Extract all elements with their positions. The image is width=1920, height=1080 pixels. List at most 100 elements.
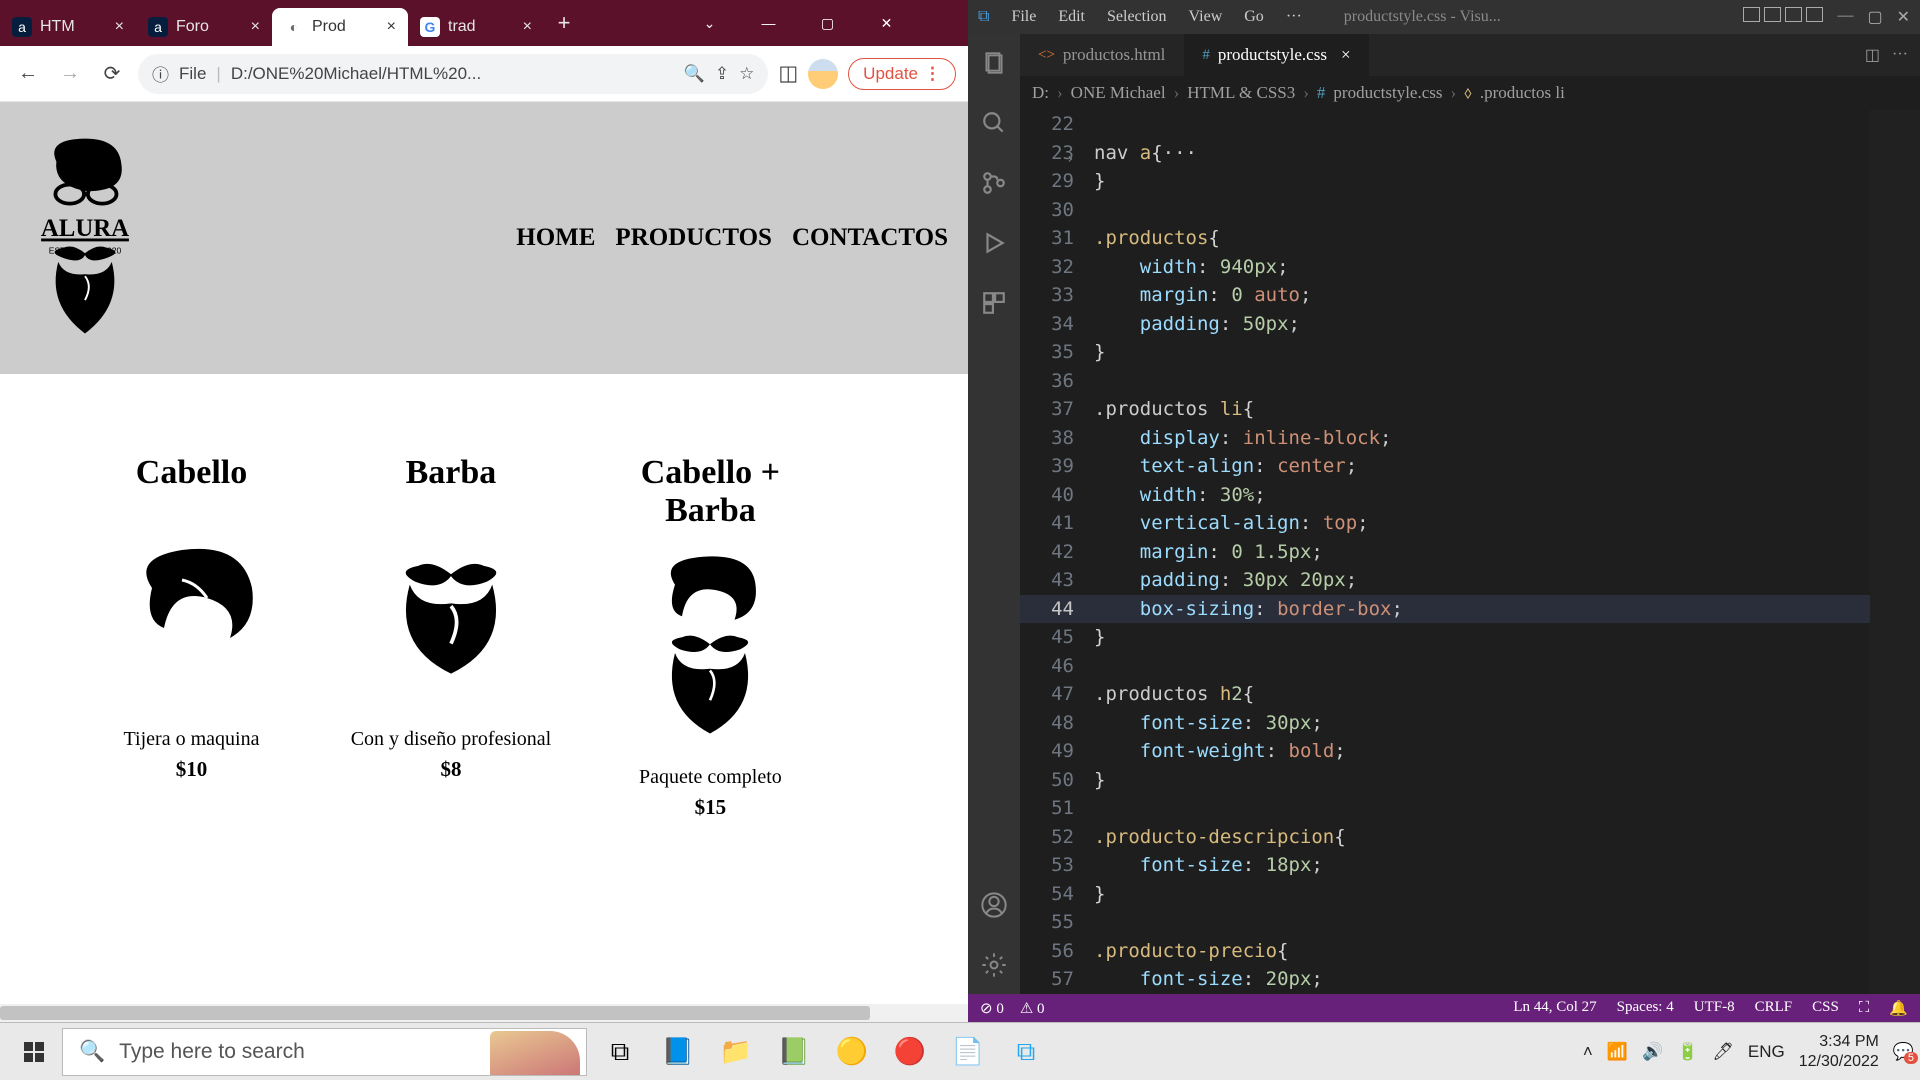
info-icon: ⓘ (152, 61, 169, 86)
search-placeholder: Type here to search (119, 1040, 305, 1064)
menu-edit[interactable]: Edit (1058, 8, 1085, 26)
extensions-icon[interactable] (979, 288, 1009, 318)
status-language[interactable]: CSS (1812, 999, 1839, 1018)
layout-controls[interactable] (1743, 7, 1823, 27)
url-text: D:/ONE%20Michael/HTML%20... (231, 64, 674, 84)
wifi-icon[interactable]: 📶 (1607, 1042, 1628, 1062)
status-eol[interactable]: CRLF (1755, 999, 1793, 1018)
browser-tab[interactable]: aForo× (136, 8, 272, 46)
chrome-icon[interactable]: 🟡 (825, 1027, 879, 1077)
menu-more[interactable]: ··· (1286, 8, 1302, 26)
nav-contactos[interactable]: CONTACTOS (792, 224, 948, 252)
notifications-icon[interactable]: 💬5 (1893, 1042, 1914, 1062)
battery-icon[interactable]: 🔋 (1677, 1042, 1698, 1062)
product-price: $10 (86, 757, 298, 782)
minimize-icon[interactable]: — (1837, 7, 1853, 27)
feedback-icon[interactable]: ⛶ (1859, 999, 1870, 1018)
file-explorer-icon[interactable]: 📁 (709, 1027, 763, 1077)
status-errors[interactable]: ⊘ 0 (980, 999, 1004, 1018)
vscode-titlebar: ⧉ File Edit Selection View Go ··· produc… (968, 0, 1920, 34)
volume-icon[interactable]: 🔊 (1642, 1042, 1663, 1062)
excel-icon[interactable]: 📗 (767, 1027, 821, 1077)
maximize-icon[interactable]: ▢ (798, 0, 857, 46)
breadcrumb[interactable]: D:› ONE Michael› HTML & CSS3› #productst… (1020, 76, 1920, 110)
tray-chevron-icon[interactable]: ˄ (1583, 1042, 1593, 1062)
status-indent[interactable]: Spaces: 4 (1617, 999, 1674, 1018)
product-desc: Con y diseño profesional (345, 728, 557, 751)
search-icon[interactable]: 🔍 (684, 64, 705, 84)
explorer-icon[interactable] (979, 48, 1009, 78)
source-control-icon[interactable] (979, 168, 1009, 198)
close-icon[interactable]: ✕ (1897, 7, 1910, 27)
update-button[interactable]: Update ⋮ (848, 58, 956, 90)
tab-label: HTM (40, 18, 75, 36)
menu-selection[interactable]: Selection (1107, 8, 1167, 26)
horizontal-scrollbar[interactable] (0, 1004, 968, 1022)
close-icon[interactable]: × (1341, 45, 1351, 65)
browser-tabstrip: aHTM× aForo× ◐Prod× Gtrad× + ⌄ — ▢ ✕ (0, 0, 968, 46)
nav-productos[interactable]: PRODUCTOS (615, 224, 772, 252)
pen-icon[interactable]: 🖊 (1712, 1042, 1734, 1062)
run-debug-icon[interactable] (979, 228, 1009, 258)
back-button[interactable]: ← (12, 58, 44, 90)
bell-icon[interactable]: 🔔 (1889, 999, 1908, 1018)
editor-area: <>productos.html #productstyle.css× ◫ ···… (1020, 34, 1920, 994)
taskbar-apps: ⧉ 📘 📁 📗 🟡 🔴 📄 ⧉ (593, 1027, 1053, 1077)
beard-icon (361, 508, 541, 708)
split-editor-icon[interactable]: ◫ (1865, 45, 1880, 65)
hair-icon (102, 508, 282, 708)
nav-home[interactable]: HOME (516, 224, 595, 252)
menu-go[interactable]: Go (1244, 8, 1264, 26)
close-icon[interactable]: × (387, 18, 396, 36)
address-bar[interactable]: ⓘ File | D:/ONE%20Michael/HTML%20... 🔍 ⇪… (138, 54, 768, 94)
tab-label: trad (448, 18, 476, 36)
start-button[interactable] (6, 1027, 62, 1077)
taskbar-search[interactable]: 🔍 Type here to search (62, 1028, 587, 1076)
editor-tab-active[interactable]: #productstyle.css× (1184, 34, 1369, 76)
dropdown-icon[interactable]: ⌄ (680, 0, 739, 46)
code-editor[interactable]: ›222329303132333435363738394041424344454… (1020, 110, 1920, 994)
close-window-icon[interactable]: ✕ (857, 0, 916, 46)
status-encoding[interactable]: UTF-8 (1694, 999, 1735, 1018)
close-icon[interactable]: × (251, 18, 260, 36)
minimize-icon[interactable]: — (739, 0, 798, 46)
status-warnings[interactable]: ⚠ 0 (1020, 999, 1045, 1018)
settings-gear-icon[interactable] (979, 950, 1009, 980)
forward-button[interactable]: → (54, 58, 86, 90)
chrome-icon-2[interactable]: 🔴 (883, 1027, 937, 1077)
menu-file[interactable]: File (1011, 8, 1036, 26)
product-desc: Paquete completo (604, 766, 816, 789)
minimap[interactable] (1870, 110, 1920, 994)
more-icon[interactable]: ··· (1892, 46, 1908, 64)
product-card: Cabello + Barba Paquete completo $15 (584, 424, 836, 850)
close-icon[interactable]: × (523, 18, 532, 36)
svg-text:ALURA: ALURA (41, 215, 129, 242)
tab-label: Foro (176, 18, 209, 36)
menu-view[interactable]: View (1189, 8, 1223, 26)
search-icon[interactable] (979, 108, 1009, 138)
close-icon[interactable]: × (115, 18, 124, 36)
editor-tab[interactable]: <>productos.html (1020, 34, 1184, 76)
profile-avatar[interactable] (808, 59, 838, 89)
maximize-icon[interactable]: ▢ (1867, 7, 1882, 27)
share-icon[interactable]: ⇪ (715, 64, 729, 84)
browser-tab[interactable]: aHTM× (0, 8, 136, 46)
vscode-taskbar-icon[interactable]: ⧉ (999, 1027, 1053, 1077)
product-price: $15 (604, 795, 816, 820)
product-card: Cabello Tijera o maquina $10 (66, 424, 318, 812)
task-view-icon[interactable]: ⧉ (593, 1027, 647, 1077)
word-icon[interactable]: 📘 (651, 1027, 705, 1077)
account-icon[interactable] (979, 890, 1009, 920)
browser-tab[interactable]: Gtrad× (408, 8, 544, 46)
product-title: Cabello + Barba (604, 454, 816, 530)
new-tab-button[interactable]: + (544, 0, 584, 46)
notepad-icon[interactable]: 📄 (941, 1027, 995, 1077)
taskbar-clock[interactable]: 3:34 PM 12/30/2022 (1799, 1032, 1879, 1072)
browser-tab-active[interactable]: ◐Prod× (272, 8, 408, 46)
language-indicator[interactable]: ENG (1748, 1042, 1785, 1062)
status-cursor[interactable]: Ln 44, Col 27 (1513, 999, 1596, 1018)
reload-button[interactable]: ⟳ (96, 58, 128, 90)
star-icon[interactable]: ☆ (739, 64, 754, 84)
sidepanel-icon[interactable]: ◫ (778, 61, 798, 86)
product-desc: Tijera o maquina (86, 728, 298, 751)
